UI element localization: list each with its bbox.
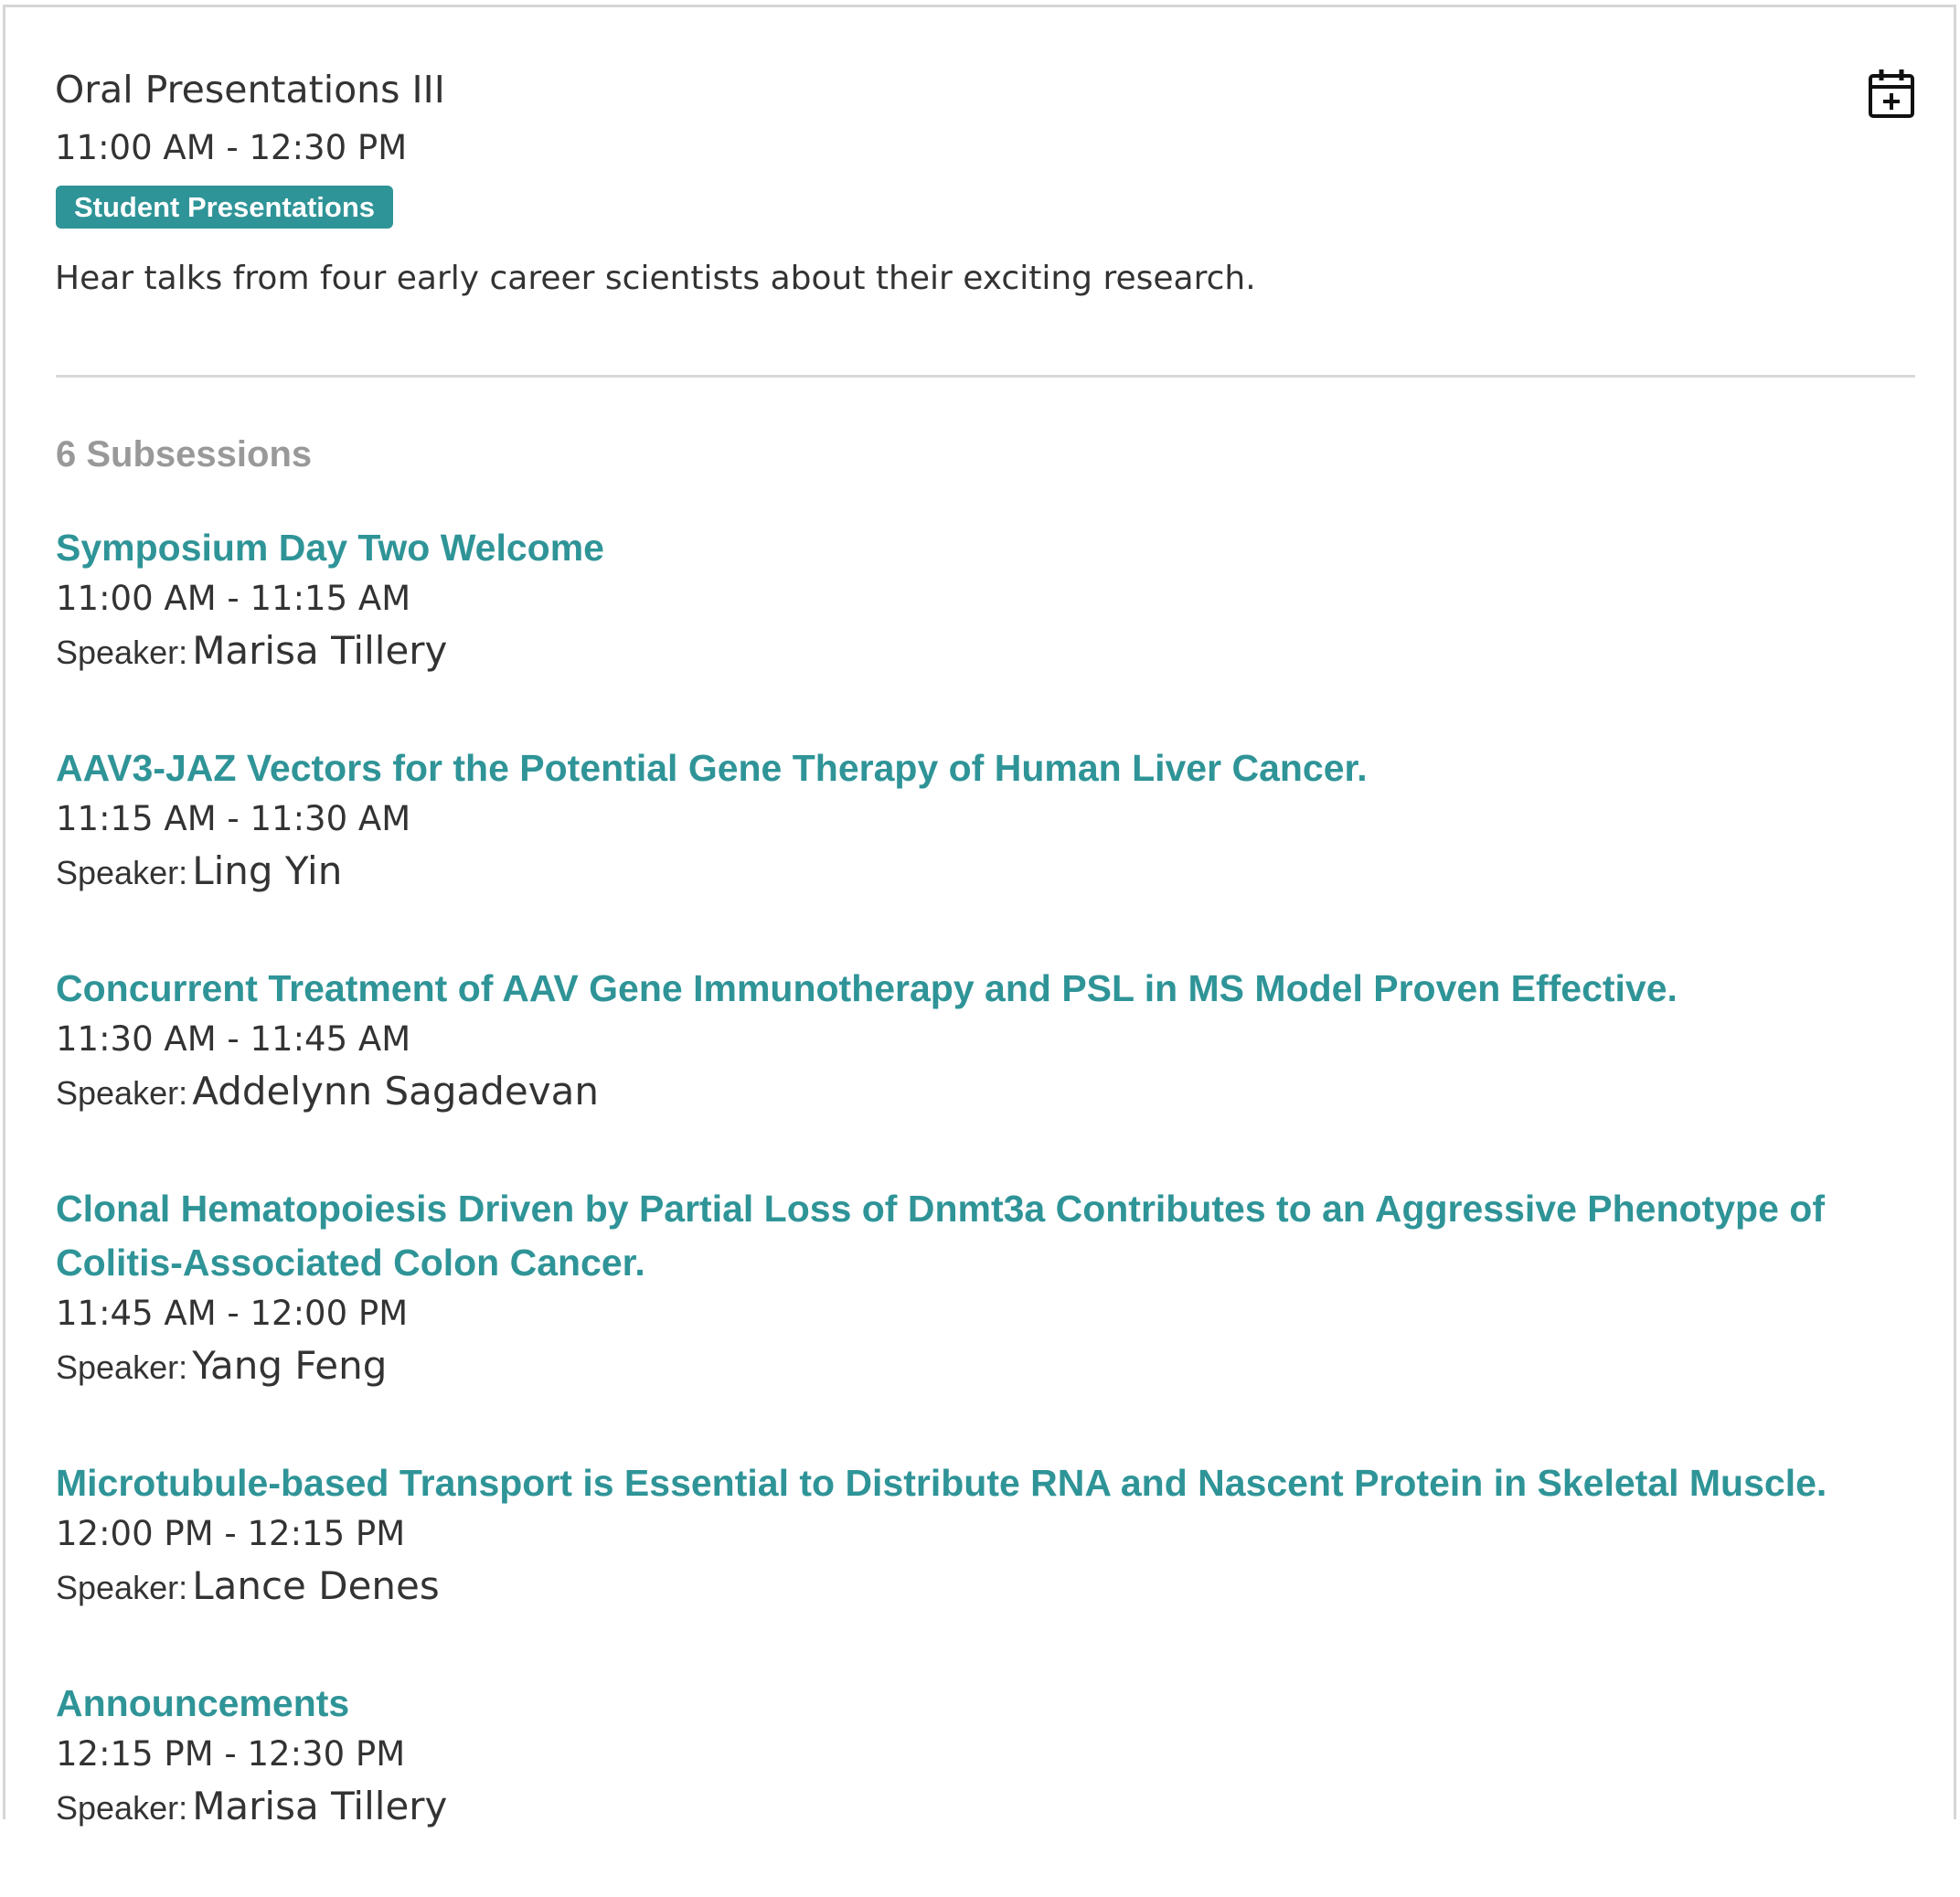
list-item: Symposium Day Two Welcome 11:00 AM - 11:…	[56, 521, 1930, 687]
speaker-name: Marisa Tillery	[192, 1784, 448, 1828]
calendar-plus-icon	[1869, 69, 1914, 118]
subsession-time: 11:00 AM - 11:15 AM	[56, 579, 411, 618]
list-item: AAV3-JAZ Vectors for the Potential Gene …	[56, 741, 1930, 908]
speaker-label: Speaker:	[56, 1789, 188, 1827]
session-category-badge: Student Presentations	[56, 186, 393, 229]
section-divider	[56, 375, 1915, 378]
subsession-title-link[interactable]: Announcements	[56, 1677, 1930, 1731]
speaker-label: Speaker:	[56, 1348, 188, 1386]
list-item: Concurrent Treatment of AAV Gene Immunot…	[56, 962, 1930, 1128]
subsession-time: 12:00 PM - 12:15 PM	[56, 1514, 406, 1553]
subsession-speaker: Speaker: Yang Feng	[56, 1337, 1930, 1402]
subsession-title-link[interactable]: Clonal Hematopoiesis Driven by Partial L…	[56, 1182, 1930, 1290]
subsession-speaker: Speaker: Addelynn Sagadevan	[56, 1063, 1930, 1128]
list-item: Clonal Hematopoiesis Driven by Partial L…	[56, 1182, 1930, 1402]
speaker-name: Marisa Tillery	[192, 628, 448, 673]
speaker-label: Speaker:	[56, 854, 188, 891]
subsession-speaker: Speaker: Lance Denes	[56, 1558, 1930, 1623]
session-card: Oral Presentations III 11:00 AM - 12:30 …	[3, 5, 1956, 1828]
subsession-title-link[interactable]: Concurrent Treatment of AAV Gene Immunot…	[56, 962, 1930, 1016]
speaker-label: Speaker:	[56, 634, 188, 671]
subsession-speaker: Speaker: Ling Yin	[56, 843, 1930, 908]
subsession-title-link[interactable]: Symposium Day Two Welcome	[56, 521, 1930, 575]
session-title: Oral Presentations III	[55, 68, 445, 112]
subsession-time: 11:15 AM - 11:30 AM	[56, 799, 411, 838]
speaker-name: Ling Yin	[192, 848, 343, 893]
speaker-label: Speaker:	[56, 1074, 188, 1112]
session-description: Hear talks from four early career scient…	[55, 260, 1256, 297]
speaker-name: Addelynn Sagadevan	[192, 1069, 599, 1114]
speaker-name: Yang Feng	[192, 1343, 388, 1388]
add-to-calendar-button[interactable]	[1868, 68, 1915, 119]
subsession-count: 6 Subsessions	[56, 434, 313, 474]
subsession-time: 11:30 AM - 11:45 AM	[56, 1019, 411, 1059]
subsession-time: 12:15 PM - 12:30 PM	[56, 1734, 406, 1774]
subsession-title-link[interactable]: Microtubule-based Transport is Essential…	[56, 1456, 1930, 1510]
subsession-title-link[interactable]: AAV3-JAZ Vectors for the Potential Gene …	[56, 741, 1930, 795]
speaker-name: Lance Denes	[192, 1563, 440, 1608]
speaker-label: Speaker:	[56, 1569, 188, 1606]
subsession-time: 11:45 AM - 12:00 PM	[56, 1294, 409, 1333]
session-time: 11:00 AM - 12:30 PM	[55, 128, 408, 167]
subsession-speaker: Speaker: Marisa Tillery	[56, 1778, 1930, 1843]
subsession-list: Symposium Day Two Welcome 11:00 AM - 11:…	[56, 521, 1930, 1897]
list-item: Microtubule-based Transport is Essential…	[56, 1456, 1930, 1623]
subsession-speaker: Speaker: Marisa Tillery	[56, 623, 1930, 687]
list-item: Announcements 12:15 PM - 12:30 PM Speake…	[56, 1677, 1930, 1843]
